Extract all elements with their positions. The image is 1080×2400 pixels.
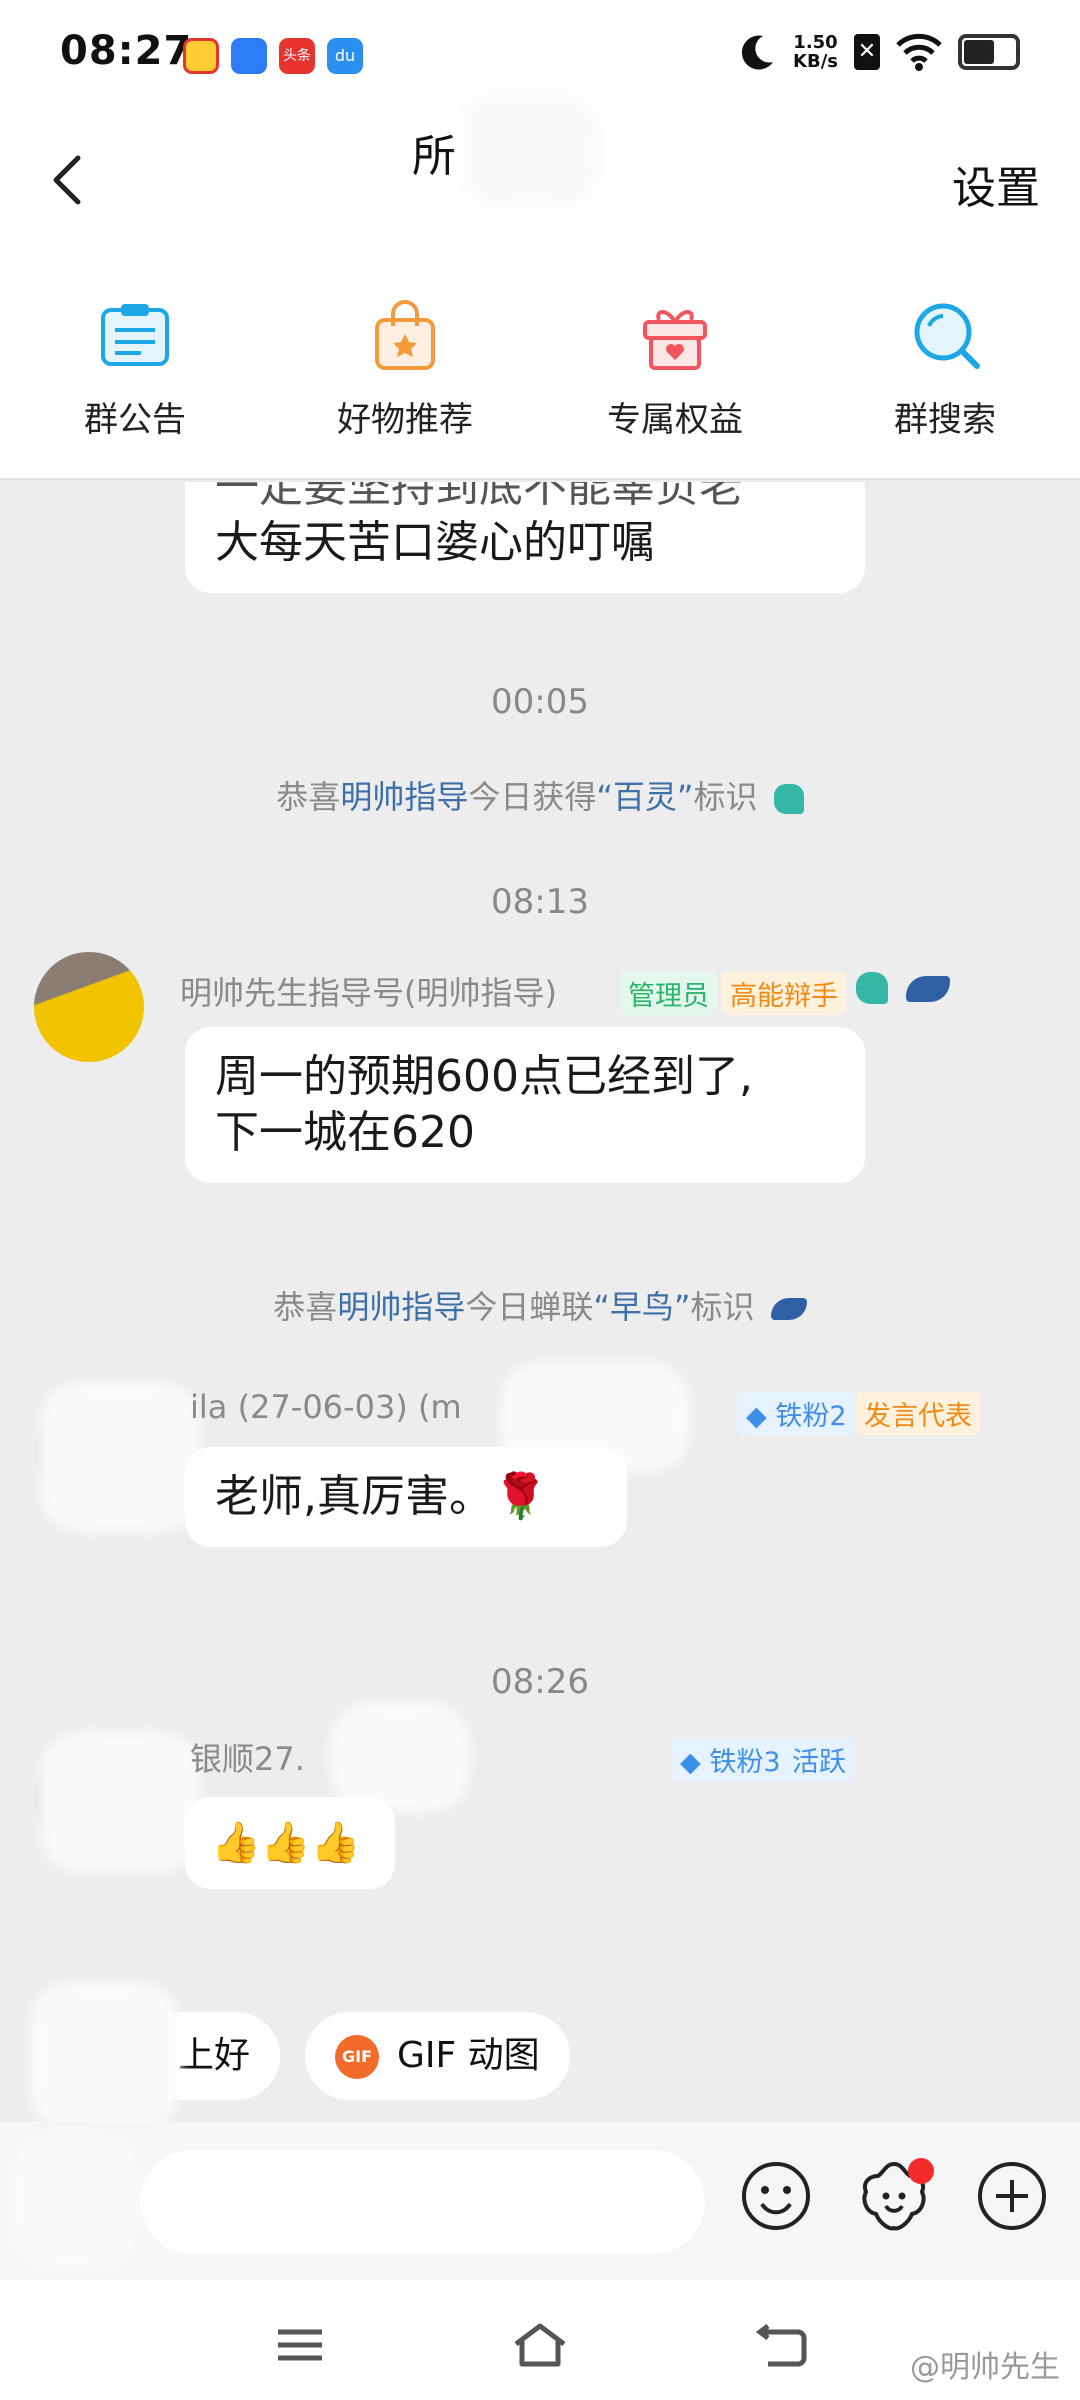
- input-bar: [0, 2122, 1080, 2280]
- timestamp: 08:13: [491, 882, 589, 922]
- message-bubble[interactable]: 一定要坚持到底不能辜负老 大每天苦口婆心的叮嘱: [185, 482, 865, 593]
- menu-icon[interactable]: [270, 2320, 330, 2370]
- fan-badge: ◆ 铁粉3: [672, 1738, 789, 1781]
- emoji-icon[interactable]: [738, 2158, 814, 2234]
- notice-icon: [101, 304, 169, 366]
- user-link[interactable]: 明帅指导: [340, 778, 468, 816]
- lark-bird-icon: [856, 972, 888, 1004]
- debater-badge: 高能辩手: [722, 972, 846, 1015]
- sender-name[interactable]: 银顺27.: [190, 1734, 305, 1780]
- gif-icon: GIF: [335, 2035, 379, 2079]
- chat-area[interactable]: 一定要坚持到底不能辜负老 大每天苦口婆心的叮嘱 00:05 恭喜明帅指导今日获得…: [0, 482, 1080, 2122]
- title-bar: 所 设置: [0, 90, 1080, 250]
- active-badge: 活跃: [784, 1738, 854, 1781]
- du-icon: du: [327, 38, 363, 74]
- notification-dot: [908, 2158, 934, 2184]
- back-nav-icon[interactable]: [752, 2320, 812, 2370]
- admin-badge: 管理员: [620, 972, 717, 1015]
- shopping-bag-icon: [375, 300, 435, 370]
- back-arrow-icon[interactable]: [40, 150, 100, 210]
- timestamp: 00:05: [491, 682, 589, 722]
- fan-badge: ◆ 铁粉2: [738, 1392, 855, 1435]
- quick-action-notice[interactable]: 群公告: [0, 250, 270, 478]
- search-icon: [914, 303, 980, 369]
- timestamp: 08:26: [491, 1662, 589, 1702]
- system-notice: 恭喜明帅指导今日获得“百灵”标识: [0, 772, 1080, 818]
- quick-action-benefits[interactable]: 专属权益: [540, 250, 810, 478]
- redaction-smear: [10, 2132, 140, 2272]
- redaction-smear: [40, 1382, 200, 1532]
- status-right: 1.50 KB/s ✕: [737, 32, 1020, 72]
- user-link[interactable]: 明帅指导: [337, 1288, 465, 1326]
- redaction-smear: [460, 90, 600, 210]
- watermark: @明帅先生: [910, 2350, 1060, 2385]
- avatar[interactable]: [34, 952, 144, 1062]
- redaction-smear: [40, 1732, 200, 1872]
- weibo-icon: [183, 38, 219, 74]
- message-bubble[interactable]: 老师,真厉害。🌹: [185, 1447, 627, 1547]
- quick-action-label: 好物推荐: [337, 400, 473, 440]
- net-speed: 1.50 KB/s: [793, 32, 838, 72]
- sender-name[interactable]: ila (27-06-03) (m: [190, 1388, 462, 1426]
- quick-action-goods[interactable]: 好物推荐: [270, 250, 540, 478]
- message-bubble[interactable]: 👍👍👍: [185, 1797, 395, 1889]
- gif-chip[interactable]: GIF GIF 动图: [305, 2012, 570, 2100]
- early-bird-icon: [906, 976, 950, 1002]
- no-sim-icon: ✕: [854, 34, 880, 70]
- settings-button[interactable]: 设置: [952, 152, 1040, 216]
- moon-icon: [741, 35, 774, 70]
- home-icon[interactable]: [510, 2320, 570, 2370]
- quick-action-label: 专属权益: [607, 400, 743, 440]
- status-app-icons: 头条 du: [183, 38, 363, 74]
- quick-action-label: 群搜索: [894, 400, 996, 440]
- gift-icon: [643, 310, 707, 370]
- message-bubble[interactable]: 周一的预期600点已经到了, 下一城在620: [185, 1027, 865, 1183]
- lark-bird-icon: [773, 784, 804, 814]
- speaker-badge: 发言代表: [856, 1392, 980, 1435]
- status-time: 08:27: [60, 28, 193, 74]
- navigation-bar: @明帅先生: [0, 2280, 1080, 2400]
- page-title: 所: [412, 131, 456, 182]
- redaction-smear: [330, 1702, 470, 1812]
- quick-action-search[interactable]: 群搜索: [810, 250, 1080, 478]
- quick-action-label: 群公告: [84, 400, 186, 440]
- toutiao-icon: 头条: [279, 38, 315, 74]
- wifi-icon: [896, 33, 942, 71]
- early-bird-icon: [770, 1298, 807, 1320]
- sender-name[interactable]: 明帅先生指导号(明帅指导): [180, 968, 557, 1014]
- system-notice: 恭喜明帅指导今日蝉联“早鸟”标识: [0, 1282, 1080, 1328]
- app-icon: [231, 38, 267, 74]
- battery-icon: [958, 34, 1020, 70]
- quick-actions: 群公告 好物推荐 专属权益 群搜索: [0, 250, 1080, 480]
- redaction-smear: [30, 1982, 180, 2122]
- add-icon[interactable]: [974, 2158, 1050, 2234]
- message-input[interactable]: [140, 2150, 705, 2254]
